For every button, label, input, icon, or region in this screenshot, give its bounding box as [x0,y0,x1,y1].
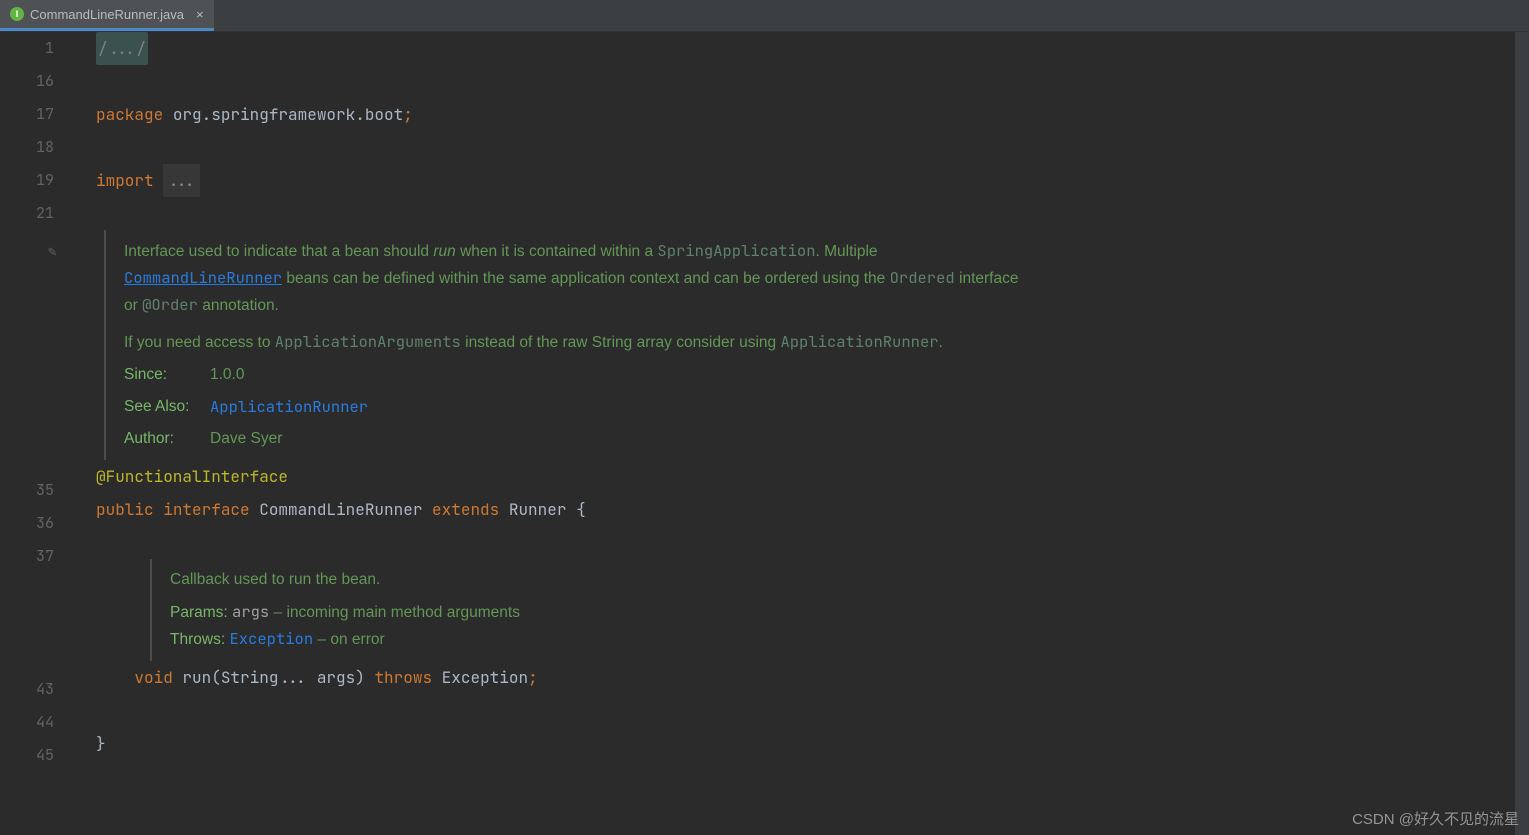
folded-comment[interactable]: /.../ [96,32,148,65]
code-line[interactable] [96,65,1529,98]
edit-icon[interactable]: ✎ [48,236,56,269]
keyword: extends [432,499,499,520]
line-number[interactable]: 45 [0,739,54,772]
code-line[interactable] [96,131,1529,164]
line-number[interactable]: 44 [0,706,54,739]
method-javadoc[interactable]: Callback used to run the bean. Params: a… [150,559,1529,661]
annotation: @FunctionalInterface [96,466,288,487]
javadoc-see-also: See Also:ApplicationRunner [124,394,1034,420]
code-line[interactable]: /.../ [96,32,1529,65]
brace: } [96,733,106,754]
code-line[interactable]: import ... [96,164,1529,197]
javadoc-throws: Throws: Exception – on error [170,626,1529,653]
code-line[interactable]: } [96,727,1529,760]
tab-title: CommandLineRunner.java [30,7,184,22]
javadoc-paragraph: Interface used to indicate that a bean s… [124,238,1034,319]
type-name[interactable]: Exception [442,667,528,688]
keyword: throws [374,667,432,688]
line-number[interactable]: 1 [0,32,54,65]
close-icon[interactable]: × [196,7,204,22]
javadoc-block[interactable]: Interface used to indicate that a bean s… [104,230,1034,460]
interface-icon: I [10,7,24,21]
doc-link[interactable]: ApplicationRunner [210,394,368,420]
doc-link[interactable]: Ordered [890,267,955,288]
code-line[interactable]: public interface CommandLineRunner exten… [96,493,1529,526]
brace: { [576,499,586,520]
code-line[interactable] [96,694,1529,727]
doc-link[interactable]: @Order [142,294,198,315]
code-line[interactable]: package org.springframework.boot; [96,98,1529,131]
keyword: import [96,170,154,191]
package-name: org.springframework.boot [173,104,403,125]
javadoc-summary: Callback used to run the bean. [170,567,1529,593]
javadoc-author: Author:Dave Syer [124,426,1034,452]
line-number[interactable]: 19 [0,164,54,197]
javadoc-params: Params: args – incoming main method argu… [170,599,1529,626]
javadoc-paragraph: If you need access to ApplicationArgumen… [124,329,1034,356]
doc-link[interactable]: ApplicationRunner [780,331,938,352]
type-name[interactable]: Runner [509,499,567,520]
tab-bar: I CommandLineRunner.java × [0,0,1529,32]
doc-link[interactable]: ApplicationArguments [275,331,461,352]
line-number[interactable]: 43 [0,673,54,706]
params: (String... args) [211,667,365,688]
keyword: package [96,104,163,125]
line-number[interactable]: 21 [0,197,54,230]
keyword: void [134,667,172,688]
line-number[interactable]: 18 [0,131,54,164]
method-name[interactable]: run [182,667,211,688]
type-name[interactable]: CommandLineRunner [259,499,422,520]
code-line[interactable]: void run(String... args) throws Exceptio… [96,661,1529,694]
line-number: ✎ [0,230,54,263]
code-line[interactable]: @FunctionalInterface [96,460,1529,493]
keyword: interface [163,499,249,520]
line-number[interactable]: 35 [0,474,54,507]
doc-link[interactable]: SpringApplication [657,240,815,261]
code-line[interactable] [96,526,1529,559]
keyword: public [96,499,154,520]
doc-link[interactable]: CommandLineRunner [124,267,282,288]
folded-imports[interactable]: ... [163,164,200,197]
editor-tab[interactable]: I CommandLineRunner.java × [0,0,214,31]
code-line[interactable] [96,197,1529,230]
doc-link[interactable]: Exception [229,628,313,649]
line-number[interactable]: 36 [0,507,54,540]
editor: 1 16 17 18 19 21 ✎ 35 36 37 43 44 45 /..… [0,32,1529,835]
code-area[interactable]: /.../ package org.springframework.boot; … [78,32,1529,835]
line-number[interactable]: 37 [0,540,54,573]
line-number[interactable]: 17 [0,98,54,131]
line-number[interactable]: 16 [0,65,54,98]
gutter: 1 16 17 18 19 21 ✎ 35 36 37 43 44 45 [0,32,78,835]
watermark: CSDN @好久不见的流星 [1352,808,1519,829]
javadoc-since: Since:1.0.0 [124,362,1034,388]
scrollbar[interactable] [1515,32,1529,835]
